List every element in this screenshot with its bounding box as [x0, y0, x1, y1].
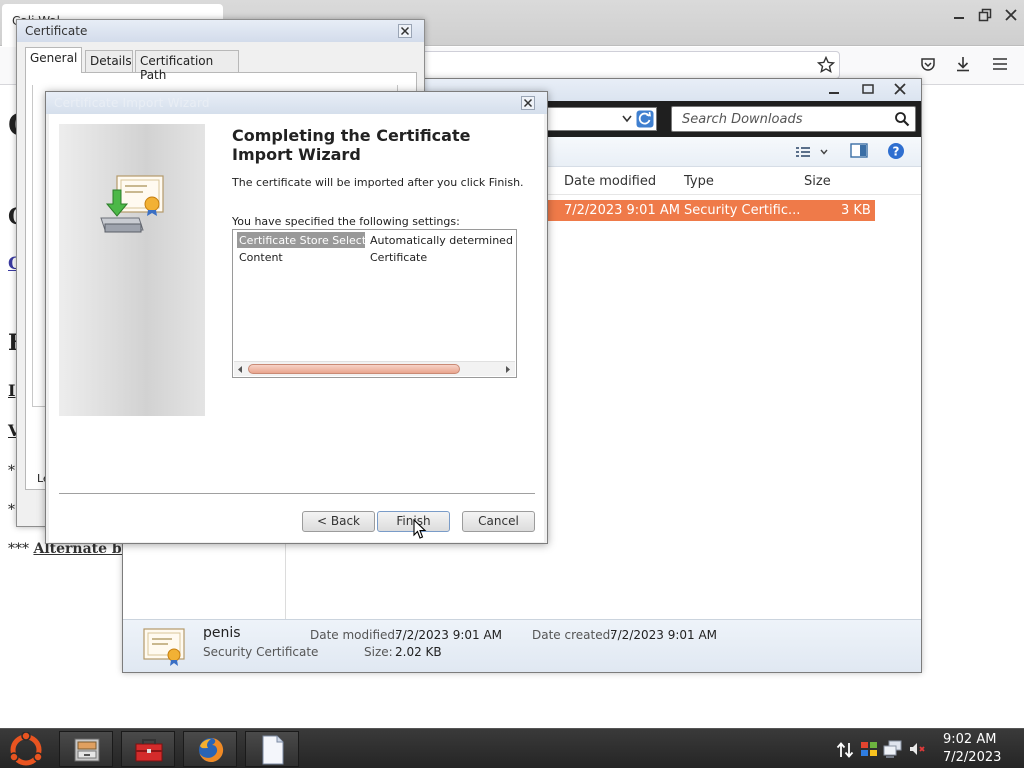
chevron-down-icon[interactable]: [622, 115, 632, 123]
details-size-label: Size:: [364, 645, 393, 659]
clock-date[interactable]: 7/2/2023: [943, 750, 1001, 765]
help-icon[interactable]: ?: [887, 142, 905, 160]
browser-minimize-icon[interactable]: [952, 8, 966, 22]
explorer-maximize-icon[interactable]: [861, 83, 875, 95]
refresh-icon[interactable]: [636, 110, 654, 128]
wizard-heading: Completing the Certificate Import Wizard: [232, 126, 471, 164]
wizard-side-banner: [59, 124, 205, 416]
column-type[interactable]: Type: [684, 174, 714, 189]
browser-url-bar[interactable]: [420, 51, 840, 79]
details-size: 2.02 KB: [395, 645, 442, 659]
bookmark-star-icon[interactable]: [817, 56, 835, 74]
settings-key[interactable]: Certificate Store Selected: [239, 234, 365, 247]
taskbar-firefox-button[interactable]: [183, 731, 237, 767]
firefox-icon: [196, 736, 226, 764]
wizard-title: Certificate Import Wizard: [54, 96, 210, 110]
explorer-minimize-icon[interactable]: [827, 84, 841, 96]
windows-flag-icon[interactable]: [859, 740, 879, 758]
back-button[interactable]: < Back: [302, 511, 375, 532]
page-text-fragment: *: [8, 463, 15, 479]
file-date-modified: 7/2/2023 9:01 AM: [564, 203, 680, 218]
search-icon[interactable]: [894, 111, 910, 127]
import-wizard-dialog: Certificate Import Wizard Completing the…: [45, 91, 548, 544]
footer-prefix: ***: [8, 541, 34, 557]
browser-close-icon[interactable]: [1004, 8, 1018, 22]
scrollbar-thumb[interactable]: [248, 364, 460, 374]
tab-details-label: Details: [90, 54, 132, 68]
details-date-created-label: Date created:: [532, 628, 615, 642]
cancel-button[interactable]: Cancel: [462, 511, 535, 532]
mouse-cursor-icon: [413, 519, 427, 540]
file-size: 3 KB: [841, 203, 871, 218]
network-arrows-icon[interactable]: [836, 741, 854, 759]
scroll-left-icon[interactable]: [236, 365, 244, 374]
settings-value: Certificate: [370, 251, 428, 264]
certificate-close-icon[interactable]: [398, 24, 412, 38]
explorer-close-icon[interactable]: [893, 83, 907, 95]
wizard-body: Completing the Certificate Import Wizard…: [49, 114, 544, 542]
settings-list[interactable]: Certificate Store Selected Automatically…: [232, 229, 517, 378]
view-options-icon[interactable]: [795, 144, 829, 160]
downloads-icon[interactable]: [955, 55, 971, 73]
tab-general[interactable]: General: [25, 47, 83, 73]
page-text-fragment: *: [8, 502, 15, 518]
details-date-modified: 7/2/2023 9:01 AM: [395, 628, 503, 642]
taskbar-document-button[interactable]: [245, 731, 299, 767]
explorer-address-field[interactable]: [543, 107, 657, 131]
wizard-close-icon[interactable]: [521, 96, 535, 110]
menu-hamburger-icon[interactable]: [992, 57, 1008, 71]
volume-muted-icon[interactable]: [908, 740, 926, 758]
details-file-kind: Security Certificate: [203, 645, 319, 659]
svg-text:?: ?: [893, 145, 900, 159]
document-icon: [260, 735, 286, 765]
browser-restore-icon[interactable]: [978, 8, 992, 22]
certificate-import-icon: [99, 172, 167, 238]
wizard-info-text: The certificate will be imported after y…: [232, 176, 524, 189]
preview-pane-icon[interactable]: [850, 143, 868, 159]
clock-time[interactable]: 9:02 AM: [943, 732, 996, 747]
file-cabinet-icon: [73, 737, 101, 763]
details-date-created: 7/2/2023 9:01 AM: [610, 628, 718, 642]
settings-key[interactable]: Content: [239, 251, 365, 264]
explorer-details-pane: penis Security Certificate Date modified…: [123, 619, 921, 672]
column-size[interactable]: Size: [804, 174, 831, 189]
tab-certification-path[interactable]: Certification Path: [135, 50, 239, 82]
taskbar-toolbox-button[interactable]: [121, 731, 175, 767]
scroll-right-icon[interactable]: [504, 365, 512, 374]
taskbar-file-manager-button[interactable]: [59, 731, 113, 767]
search-input[interactable]: Search Downloads: [671, 106, 916, 132]
taskbar: 9:02 AM 7/2/2023: [0, 728, 1024, 768]
ubuntu-start-icon[interactable]: [8, 732, 44, 768]
details-date-modified-label: Date modified:: [310, 628, 400, 642]
file-row-selected[interactable]: 7/2/2023 9:01 AM Security Certific... 3 …: [547, 200, 875, 221]
certificate-file-icon: [143, 627, 189, 667]
explorer-column-headers: Date modified Type Size: [543, 167, 921, 195]
certificate-title: Certificate: [25, 24, 88, 38]
column-date-modified[interactable]: Date modified: [564, 174, 656, 189]
page-link-fragment[interactable]: I: [8, 381, 15, 400]
certificate-titlebar: Certificate: [17, 20, 424, 42]
details-file-name: penis: [203, 625, 241, 641]
tab-details[interactable]: Details: [85, 50, 133, 72]
wizard-separator: [59, 493, 535, 494]
search-placeholder: Search Downloads: [682, 112, 803, 127]
pocket-icon[interactable]: [920, 56, 936, 72]
toolbox-icon: [134, 736, 164, 764]
wizard-titlebar: Certificate Import Wizard: [46, 92, 547, 114]
horizontal-scrollbar[interactable]: [234, 361, 515, 376]
file-type: Security Certific...: [684, 203, 801, 218]
wizard-settings-label: You have specified the following setting…: [232, 215, 460, 228]
settings-value: Automatically determined by t: [370, 234, 515, 247]
tab-general-label: General: [30, 51, 78, 65]
network-connection-icon[interactable]: [883, 740, 903, 758]
